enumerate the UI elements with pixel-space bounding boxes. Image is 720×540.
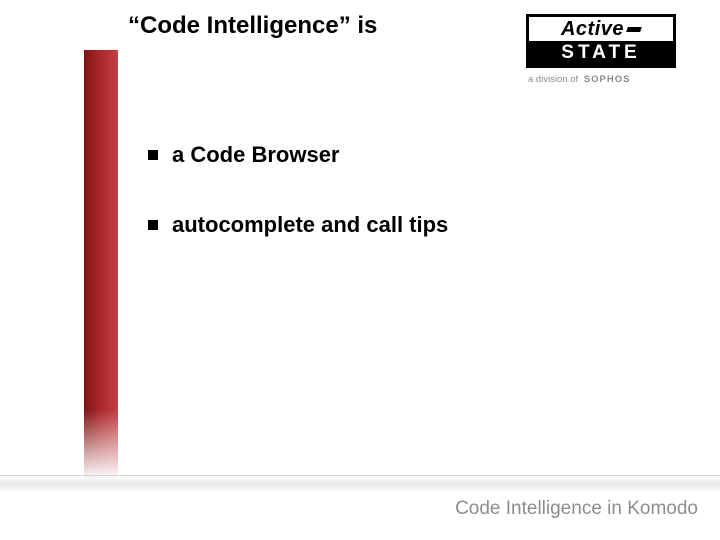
bullet-text: a Code Browser <box>172 142 340 168</box>
bullet-text: autocomplete and call tips <box>172 212 448 238</box>
brand-logo-top: Active <box>529 17 673 41</box>
accent-sidebar <box>84 50 118 480</box>
bullet-square-icon <box>148 220 158 230</box>
brand-logo-top-text: Active <box>561 19 624 39</box>
brand-logo: Active STATE a division of SOPHOS <box>526 14 676 85</box>
slide: “Code Intelligence” is Active STATE a di… <box>0 0 720 540</box>
list-item: autocomplete and call tips <box>148 212 680 238</box>
bullet-list: a Code Browser autocomplete and call tip… <box>148 142 680 282</box>
slide-title: “Code Intelligence” is <box>128 12 377 40</box>
bullet-square-icon <box>148 150 158 160</box>
brand-logo-subline-prefix: a division of <box>528 74 578 85</box>
brand-logo-bottom-text: STATE <box>529 41 673 65</box>
brand-logo-subline: a division of SOPHOS <box>526 74 676 85</box>
brand-logo-box: Active STATE <box>526 14 676 68</box>
footer-text: Code Intelligence in Komodo <box>455 498 698 520</box>
footer-divider <box>0 475 720 493</box>
list-item: a Code Browser <box>148 142 680 168</box>
brand-logo-subline-brand: SOPHOS <box>584 74 631 85</box>
dash-icon <box>626 27 642 32</box>
